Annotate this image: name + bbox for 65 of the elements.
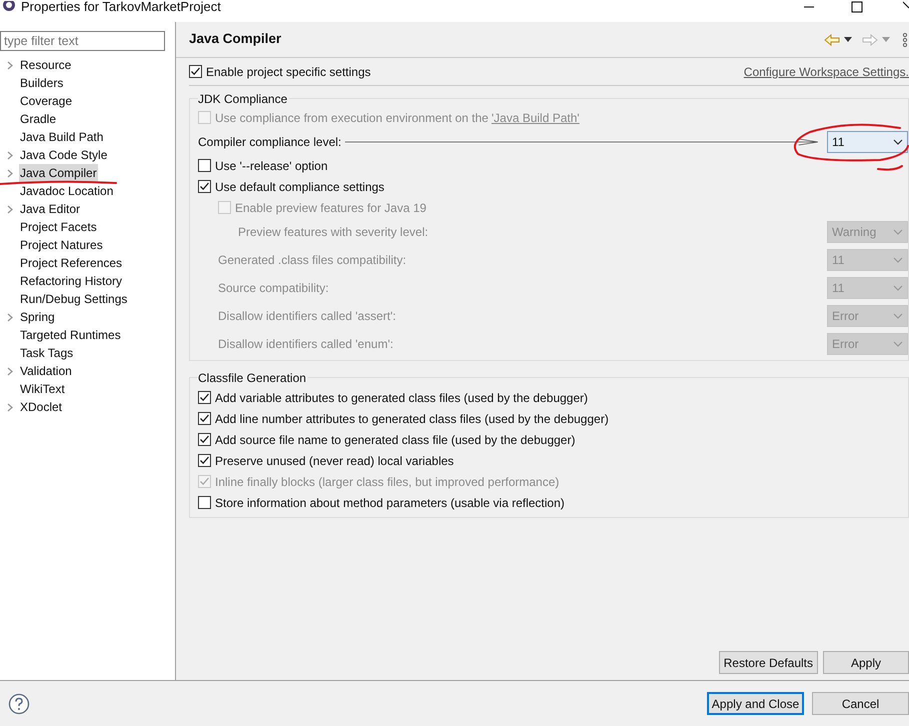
tree-item[interactable]: Validation (19, 362, 73, 380)
restore-defaults-button[interactable]: Restore Defaults (718, 651, 818, 674)
checkbox-label: Enable project specific settings (206, 64, 371, 80)
checkbox[interactable] (198, 496, 211, 509)
setting-label: Disallow identifiers called 'enum': (217, 336, 394, 353)
checkbox[interactable] (198, 433, 211, 446)
tree-item[interactable]: Run/Debug Settings (19, 290, 128, 308)
checkbox-label: Use compliance from execution environment on the (215, 110, 488, 126)
chevron-down-icon (893, 285, 903, 291)
tree-item[interactable]: Project Facets (19, 218, 98, 236)
tree-item[interactable]: Spring (19, 308, 56, 326)
help-icon[interactable] (8, 692, 30, 714)
checkbox-label: Use default compliance settings (215, 178, 384, 196)
setting-label: Preview features with severity level: (237, 224, 428, 241)
tree-item[interactable]: Java Build Path (19, 128, 104, 146)
checkbox[interactable] (189, 65, 202, 78)
checkbox-label: Enable preview features for Java 19 (235, 200, 426, 216)
tree-item[interactable]: Targeted Runtimes (19, 326, 122, 344)
maximize-icon[interactable] (851, 1, 863, 13)
tree-item[interactable]: WikiText (19, 380, 66, 398)
chevron-down-icon (893, 138, 903, 144)
apply-button[interactable]: Apply (823, 651, 909, 674)
chevron-down-icon (893, 229, 903, 235)
window-title: Properties for TarkovMarketProject (21, 0, 221, 16)
chevron-down-icon (893, 313, 903, 319)
tree-item[interactable]: Java Editor (19, 200, 82, 218)
checkbox[interactable] (198, 454, 211, 467)
tree-item[interactable]: Builders (19, 74, 64, 92)
chevron-down-icon (893, 257, 903, 263)
tree-item[interactable]: Javadoc Location (19, 182, 114, 200)
tree-item[interactable]: XDoclet (19, 398, 64, 416)
page-title: Java Compiler (189, 30, 282, 48)
setting-label: Disallow identifiers called 'assert': (217, 308, 396, 325)
tree-item[interactable]: Task Tags (19, 344, 74, 362)
tree-item[interactable]: Java Code Style (19, 146, 108, 164)
tree-item[interactable]: Gradle (19, 110, 58, 128)
checkbox-label: Use '--release' option (215, 158, 328, 174)
group-title: JDK Compliance (198, 91, 290, 107)
checkbox[interactable] (198, 412, 211, 425)
dropdown[interactable]: 11 (827, 130, 908, 152)
filter-field[interactable]: type filter text (0, 31, 165, 51)
checkbox[interactable] (198, 180, 211, 193)
checkbox-label: Add source file name to generated class file (used by the debugger) (215, 432, 576, 448)
checkbox-label: Add variable attributes to generated class files (used by the debugger) (215, 390, 588, 406)
menu-icon[interactable] (902, 32, 908, 46)
setting-label: Compiler compliance level: (198, 134, 342, 150)
checkbox-label: Add line number attributes to generated class files (used by the debugger) (215, 410, 609, 428)
setting-label: Source compatibility: (217, 280, 329, 297)
tree-item[interactable]: Resource (19, 56, 72, 74)
tree-item[interactable]: Refactoring History (19, 272, 124, 290)
tree-item[interactable]: Project Natures (19, 236, 104, 254)
configure-link[interactable]: Configure Workspace Settings. (744, 62, 909, 80)
checkbox[interactable] (198, 391, 211, 404)
checkbox[interactable] (198, 159, 211, 172)
chevron-down-icon (893, 341, 903, 347)
checkbox-label: Store information about method parameters (usable via reflection) (215, 494, 565, 512)
caret-down-icon[interactable] (844, 37, 852, 42)
apply-and-close-button[interactable]: Apply and Close (707, 692, 804, 715)
tree-item[interactable]: Java Compiler (19, 164, 98, 182)
tree-item[interactable]: Project References (19, 254, 124, 272)
tree-item[interactable]: Coverage (19, 92, 74, 110)
cancel-button[interactable]: Cancel (812, 692, 909, 715)
setting-label: Generated .class files compatibility: (217, 252, 406, 269)
checkbox-label: Inline finally blocks (larger class files, but improved performance) (215, 474, 560, 490)
checkbox-label: Preserve unused (never read) local variables (215, 452, 454, 470)
